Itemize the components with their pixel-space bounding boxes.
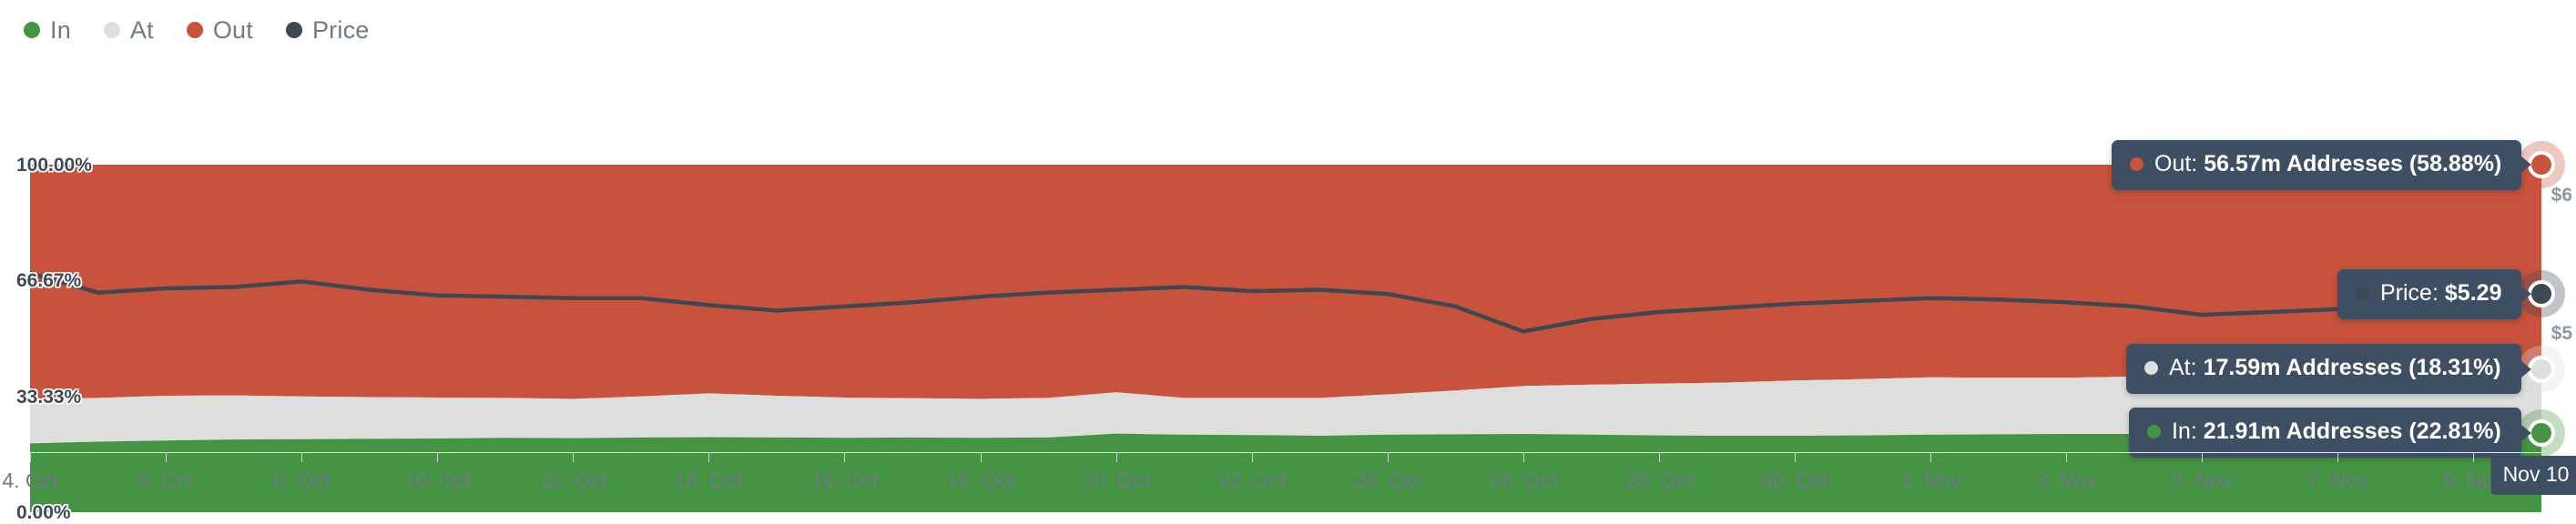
x-tick-label: 4. Oct: [2, 469, 58, 492]
legend-item-at[interactable]: At: [103, 15, 154, 45]
x-tick-mark: [2066, 452, 2068, 462]
tooltip-at: At: 17.59m Addresses (18.31%): [2126, 344, 2531, 395]
legend-item-label: At: [129, 15, 154, 44]
x-tick-mark: [1930, 452, 1932, 462]
x-tick-label: 5. Nov: [2172, 469, 2233, 492]
x-tick-label: 22. Oct: [1217, 469, 1286, 492]
x-tick-mark: [844, 452, 846, 462]
x-tick-mark: [2202, 452, 2204, 462]
x-tick-mark: [30, 452, 31, 462]
x-tick-label: 10. Oct: [403, 469, 472, 492]
x-tick-mark: [437, 452, 439, 462]
x-tick-label: 12. Oct: [539, 469, 607, 492]
x-tick-mark: [1251, 452, 1253, 462]
legend-dot-icon: [285, 22, 302, 38]
marker-core: [2528, 418, 2555, 447]
tooltip-dot-icon: [2144, 361, 2158, 376]
marker-core: [2528, 355, 2555, 383]
x-tick-mark: [1387, 452, 1389, 462]
tooltip-out: Out: 56.57m Addresses (58.88%): [2112, 139, 2532, 190]
price-tick-label: $5: [2551, 323, 2572, 345]
tooltip-dot-icon: [2130, 156, 2143, 171]
x-tick-mark: [301, 452, 303, 462]
tooltip-dot-icon: [2147, 425, 2161, 439]
legend-item-price[interactable]: Price: [285, 15, 370, 45]
marker-core: [2528, 280, 2555, 308]
x-tick-label: 1. Nov: [1899, 469, 1961, 492]
tooltip-series-name: At:: [2169, 355, 2197, 381]
x-tick-label: 30. Oct: [1760, 469, 1829, 492]
x-tick-label: 20. Oct: [1082, 469, 1150, 492]
x-tick-mark: [1795, 452, 1797, 462]
x-axis-line: [30, 452, 2541, 453]
x-tick-label: 3. Nov: [2035, 469, 2097, 492]
x-tick-label: 8. Oct: [273, 469, 330, 492]
x-tick-mark: [573, 452, 575, 462]
price-tick-label: $6: [2551, 184, 2572, 206]
legend-item-in[interactable]: In: [24, 16, 71, 45]
legend-item-out[interactable]: Out: [186, 15, 253, 45]
x-tick-label: 28. Oct: [1624, 469, 1694, 492]
tooltip-dot-icon: [2356, 286, 2369, 300]
tooltip-price: Price: $5.29: [2337, 268, 2532, 319]
x-tick-label: 16. Oct: [810, 469, 879, 492]
tooltip-series-name: Out:: [2154, 150, 2198, 176]
tooltip-in: In: 21.91m Addresses (22.81%): [2129, 408, 2531, 458]
x-tick-mark: [980, 452, 982, 462]
x-tick-label: 6. Oct: [137, 469, 194, 492]
x-tick-mark: [708, 452, 710, 462]
tooltip-series-name: Price:: [2380, 279, 2439, 306]
x-tick-mark: [1658, 452, 1660, 462]
x-tick-label: 7. Nov: [2307, 469, 2368, 492]
x-axis: 4. Oct 6. Oct 8. Oct 10. Oct 12. Oct 14. Oct 1…: [0, 452, 2576, 512]
tooltip-series-value: 56.57m Addresses (58.88%): [2204, 150, 2502, 176]
chart-legend: In At Out Price: [0, 0, 2576, 60]
crosshair-date-label: Nov 10: [2490, 456, 2576, 495]
legend-dot-icon: [186, 22, 203, 38]
legend-dot-icon: [103, 22, 120, 38]
x-tick-label: 24. Oct: [1353, 469, 1421, 492]
tooltip-series-value: $5.29: [2444, 279, 2502, 306]
x-tick-label: 18. Oct: [946, 469, 1014, 492]
x-tick-mark: [1522, 452, 1524, 462]
x-tick-mark: [2337, 452, 2339, 462]
x-tick-mark: [1115, 452, 1117, 462]
legend-item-label: Out: [212, 15, 253, 44]
legend-item-label: Price: [311, 15, 370, 44]
x-tick-mark: [2473, 452, 2475, 462]
x-tick-label: 14. Oct: [675, 469, 743, 492]
x-tick-mark: [166, 452, 168, 462]
tooltip-series-value: 17.59m Addresses (18.31%): [2203, 355, 2501, 381]
x-tick-label: 26. Oct: [1489, 469, 1557, 492]
legend-item-label: In: [50, 15, 71, 44]
marker-core: [2528, 151, 2555, 178]
tooltip-series-value: 21.91m Addresses (22.81%): [2203, 418, 2501, 445]
tooltip-series-name: In:: [2172, 418, 2197, 445]
legend-dot-icon: [24, 22, 40, 38]
chart-area: 0.00%33.33%66.67%100.00% $4$5$6 Out:56.5…: [0, 60, 2576, 523]
